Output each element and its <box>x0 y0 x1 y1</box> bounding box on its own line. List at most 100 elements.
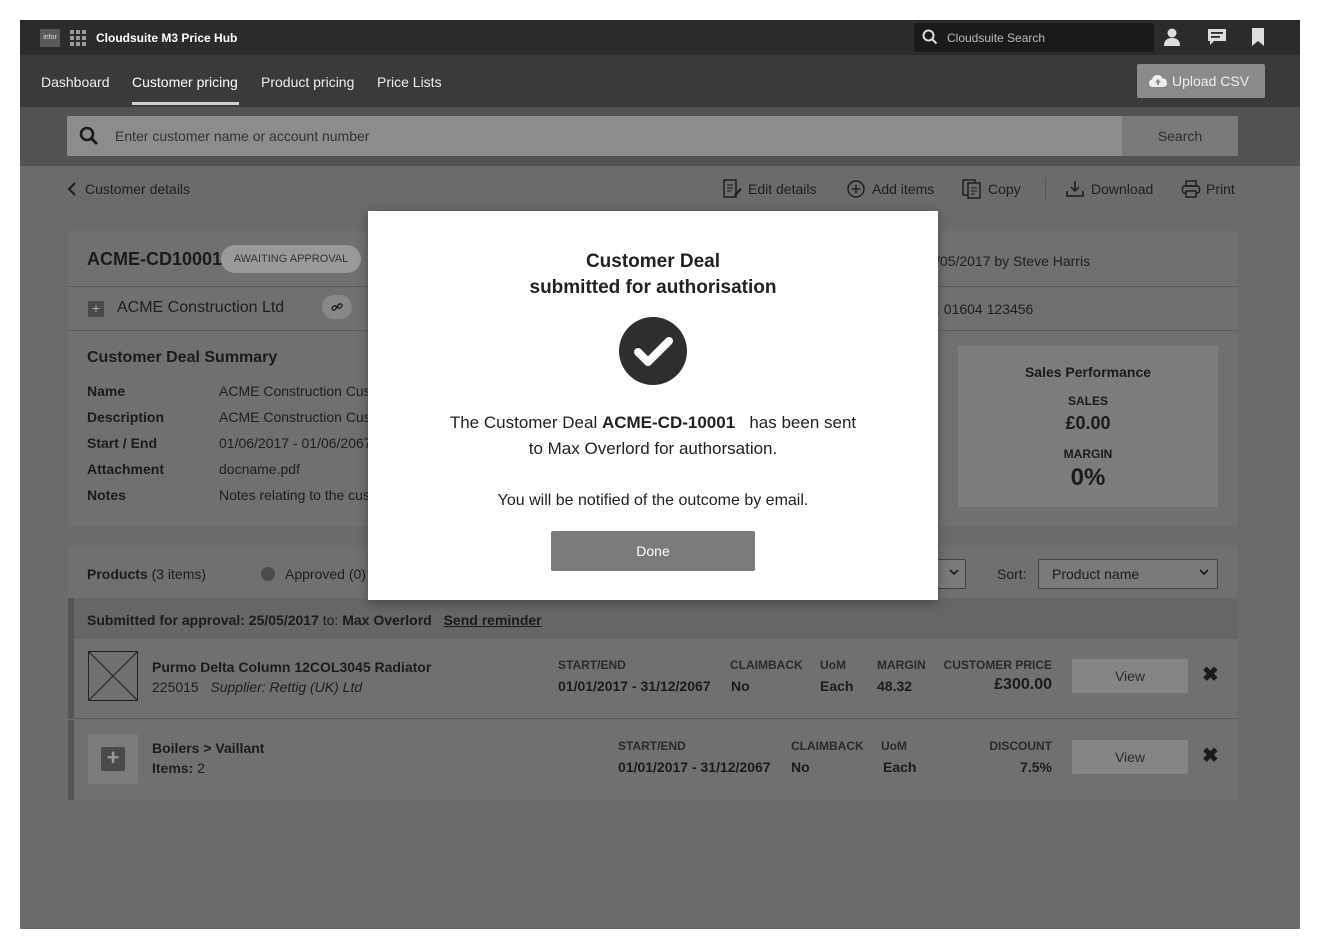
col-discount-header: DISCOUNT <box>989 739 1052 753</box>
send-reminder-link[interactable]: Send reminder <box>444 612 542 628</box>
done-button[interactable]: Done <box>551 531 755 571</box>
nav-customer-pricing[interactable]: Customer pricing <box>132 74 238 90</box>
nav-price-lists[interactable]: Price Lists <box>377 74 442 90</box>
col-discount-value: 7.5% <box>1020 759 1052 775</box>
app-grid-icon[interactable] <box>70 30 86 46</box>
dialog-message-line-1: The Customer Deal ACME-CD-10001 has been… <box>449 413 857 432</box>
col-start-end-header: START/END <box>618 739 686 753</box>
sort-value: Product name <box>1052 566 1140 582</box>
summary-key-attachment: Attachment <box>87 461 165 477</box>
product-group-items: Items: 2 <box>152 760 205 776</box>
col-margin-value: 48.32 <box>877 678 913 694</box>
add-items-label: Add items <box>872 181 935 197</box>
edit-details-label: Edit details <box>748 181 817 197</box>
upload-csv-button[interactable]: Upload CSV <box>1137 64 1265 98</box>
col-claimback-header: CLAIMBACK <box>791 739 864 753</box>
product-group-name: Boilers > Vaillant <box>152 740 265 756</box>
search-icon <box>922 29 938 50</box>
printer-icon <box>1181 179 1201 202</box>
col-claimback-value: No <box>731 678 750 694</box>
col-margin-header: MARGIN <box>877 658 926 672</box>
status-badge: AWAITING APPROVAL <box>221 245 361 273</box>
chevron-left-icon <box>67 182 77 199</box>
products-title: Products (3 items) <box>87 566 207 582</box>
summary-value-notes: Notes relating to the cus <box>219 487 370 503</box>
infor-logo: infor <box>40 29 60 47</box>
expand-customer-icon[interactable]: + <box>88 301 104 317</box>
product-row: Purmo Delta Column 12COL3045 Radiator 22… <box>68 639 1238 719</box>
customer-search-button[interactable]: Search <box>1122 116 1238 156</box>
col-claimback-value: No <box>791 759 810 775</box>
deal-submitted-meta: /05/2017 by Steve Harris <box>936 253 1091 269</box>
customer-search-placeholder: Enter customer name or account number <box>115 128 370 144</box>
main-nav: Dashboard Customer pricing Product prici… <box>20 55 1300 107</box>
margin-label: MARGIN <box>1063 447 1113 461</box>
product-code-supplier: 225015 Supplier: Rettig (UK) Ltd <box>152 679 363 695</box>
search-icon <box>79 126 99 151</box>
user-icon[interactable] <box>1163 27 1181 52</box>
cloud-upload-icon <box>1149 74 1167 91</box>
submission-confirmation-dialog: Customer Deal submitted for authorisatio… <box>368 211 938 600</box>
summary-key-name: Name <box>87 383 126 399</box>
active-tab-indicator <box>132 102 239 105</box>
download-icon <box>1065 179 1085 202</box>
messages-icon[interactable] <box>1207 27 1227 52</box>
customer-name[interactable]: ACME Construction Ltd <box>117 299 284 317</box>
approved-status-dot <box>261 567 275 581</box>
customer-telephone: . 01604 123456 <box>936 301 1034 317</box>
breadcrumb-label: Customer details <box>85 181 191 197</box>
upload-csv-label: Upload CSV <box>1172 73 1250 89</box>
col-uom-value: Each <box>820 678 854 694</box>
top-bar: infor Cloudsuite M3 Price Hub Cloudsuite… <box>20 20 1300 55</box>
view-product-button[interactable]: View <box>1072 740 1188 774</box>
checkmark-icon <box>619 317 687 385</box>
global-search-input[interactable]: Cloudsuite Search <box>914 23 1154 52</box>
approved-filter[interactable]: Approved (0) <box>285 566 366 582</box>
link-icon[interactable] <box>322 295 352 319</box>
summary-key-start-end: Start / End <box>87 435 158 451</box>
bookmark-icon[interactable] <box>1251 27 1265 52</box>
dialog-message-line-2: to Max Overlord for authorsation. <box>528 439 778 458</box>
nav-dashboard[interactable]: Dashboard <box>41 74 110 90</box>
dialog-title-line-1: Customer Deal <box>585 251 721 272</box>
col-uom-header: UoM <box>881 739 907 753</box>
app-title: Cloudsuite M3 Price Hub <box>96 31 238 45</box>
copy-icon <box>962 179 982 202</box>
dialog-email-note: You will be notified of the outcome by e… <box>497 492 809 509</box>
summary-value-attachment[interactable]: docname.pdf <box>219 461 300 477</box>
summary-key-notes: Notes <box>87 487 126 503</box>
summary-value-description: ACME Construction Cus <box>219 409 371 425</box>
sort-select[interactable]: Product name <box>1038 559 1218 589</box>
toolbar-divider <box>1045 178 1046 200</box>
submitted-text: Submitted for approval: 25/05/2017 to: M… <box>87 612 542 628</box>
col-claimback-header: CLAIMBACK <box>730 658 803 672</box>
col-customer-price-value: £300.00 <box>994 676 1052 693</box>
margin-value: 0% <box>1070 464 1106 491</box>
customer-search-input[interactable]: Enter customer name or account number Se… <box>67 116 1238 156</box>
summary-value-name: ACME Construction Cus <box>219 383 371 399</box>
print-label: Print <box>1206 181 1235 197</box>
chevron-down-icon <box>1199 566 1209 580</box>
download-label: Download <box>1091 181 1154 197</box>
col-start-end-value: 01/01/2017 - 31/12/2067 <box>558 678 711 694</box>
sales-value: £0.00 <box>1065 413 1111 433</box>
nav-product-pricing[interactable]: Product pricing <box>261 74 354 90</box>
col-uom-value: Each <box>883 759 917 775</box>
edit-document-icon <box>722 179 742 202</box>
group-expand-icon[interactable]: + <box>88 734 138 784</box>
product-image-placeholder-icon <box>88 651 138 701</box>
remove-item-icon[interactable]: ✖ <box>1202 746 1219 766</box>
customer-search-band: Enter customer name or account number Se… <box>20 107 1300 166</box>
product-row: + Boilers > Vaillant Items: 2 START/END … <box>68 720 1238 800</box>
dialog-title-line-2: submitted for authorisation <box>529 277 777 298</box>
view-product-button[interactable]: View <box>1072 659 1188 693</box>
chevron-down-icon <box>949 566 959 580</box>
col-uom-header: UoM <box>820 658 846 672</box>
global-search-placeholder: Cloudsuite Search <box>947 31 1046 45</box>
remove-item-icon[interactable]: ✖ <box>1202 665 1219 685</box>
deal-summary-title: Customer Deal Summary <box>87 349 278 366</box>
summary-key-description: Description <box>87 409 165 425</box>
deal-id: ACME-CD10001 <box>87 249 223 269</box>
summary-value-start-end: 01/06/2017 - 01/06/2067 <box>219 435 372 451</box>
app-window: infor Cloudsuite M3 Price Hub Cloudsuite… <box>20 20 1300 929</box>
